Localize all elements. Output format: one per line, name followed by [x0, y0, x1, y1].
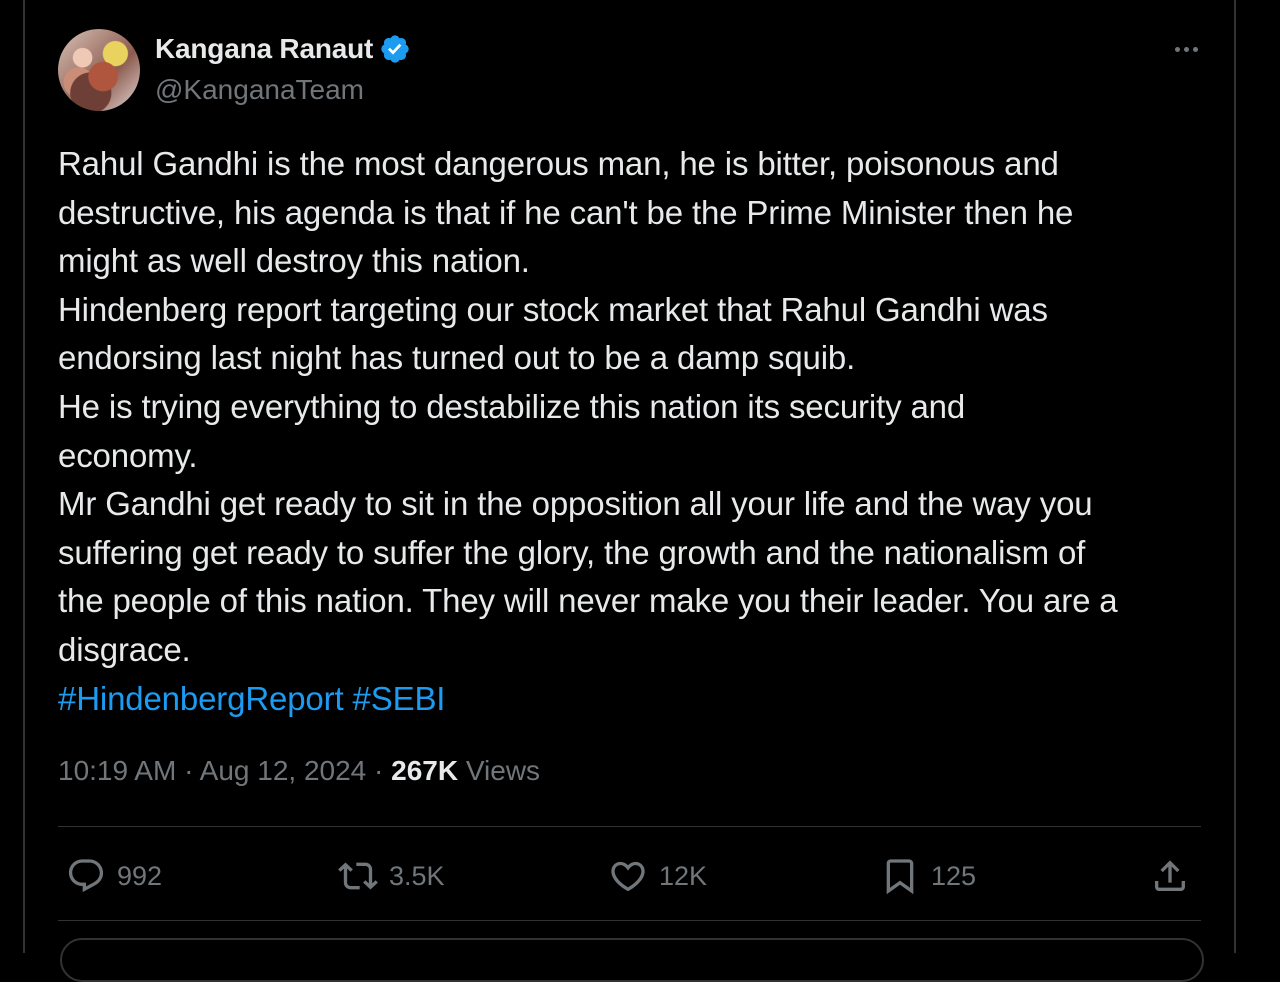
repost-count: 3.5K: [389, 860, 445, 891]
tweet-line: Mr Gandhi get ready to sit in the opposi…: [58, 485, 1093, 523]
like-button[interactable]: 12K: [608, 851, 707, 901]
share-icon: [1155, 860, 1185, 891]
tweet-line: the people of this nation. They will nev…: [58, 582, 1118, 620]
tweet-line: economy.: [58, 436, 198, 474]
author-name[interactable]: Kangana Ranaut: [155, 33, 373, 65]
tweet-line: disgrace.: [58, 630, 191, 668]
bookmark-icon: [886, 859, 914, 895]
avatar[interactable]: [58, 29, 140, 111]
column-border-left: [23, 0, 25, 953]
reply-composer-edge[interactable]: [60, 938, 1204, 982]
reply-button[interactable]: 992: [66, 851, 162, 901]
column-border-right: [1234, 0, 1236, 953]
repost-icon: [338, 862, 378, 890]
like-count: 12K: [659, 860, 708, 891]
share-button[interactable]: [1150, 851, 1190, 901]
meta-separator: ·: [176, 755, 200, 786]
views-count[interactable]: 267K: [391, 755, 458, 786]
views-label: Views: [458, 755, 541, 786]
hashtags: #HindenbergReport #SEBI: [58, 675, 1218, 724]
bookmark-button[interactable]: 125: [880, 851, 976, 901]
verified-badge-icon: [381, 35, 409, 63]
tweet-time[interactable]: 10:19 AM: [58, 755, 176, 786]
more-options-icon[interactable]: [1170, 35, 1202, 63]
tweet-line: He is trying everything to destabilize t…: [58, 387, 966, 425]
reply-icon: [68, 859, 104, 893]
bookmark-count: 125: [931, 860, 977, 891]
heart-icon: [611, 861, 645, 892]
divider: [58, 826, 1201, 827]
tweet-line: Rahul Gandhi is the most dangerous man, …: [58, 145, 1059, 182]
author-name-row: Kangana Ranaut: [155, 33, 411, 65]
tweet-date[interactable]: Aug 12, 2024: [200, 755, 367, 786]
meta-separator: ·: [366, 755, 392, 786]
tweet-line: Hindenberg report targeting our stock ma…: [58, 290, 1048, 328]
tweet-line: destructive, his agenda is that if he ca…: [58, 193, 1074, 231]
tweet-text: Rahul Gandhi is the most dangerous man, …: [58, 140, 1218, 723]
hashtag-link-sebi[interactable]: #SEBI: [353, 680, 446, 717]
action-bar: 992 3.5K 12K 125: [0, 851, 1280, 901]
reply-count: 992: [117, 860, 163, 891]
repost-button[interactable]: 3.5K: [338, 851, 445, 901]
tweet-meta: 10:19 AM · Aug 12, 2024 · 267K Views: [58, 755, 540, 787]
hashtag-link-hindenbergreport[interactable]: #HindenbergReport: [58, 680, 344, 717]
tweet-header: Kangana Ranaut @KanganaTeam: [58, 29, 1200, 113]
author-handle[interactable]: @KanganaTeam: [155, 74, 364, 106]
tweet-line: endorsing last night has turned out to b…: [58, 339, 856, 377]
tweet-line: suffering get ready to suffer the glory,…: [58, 533, 1086, 571]
tweet-line: might as well destroy this nation.: [58, 242, 530, 280]
divider: [58, 920, 1201, 921]
